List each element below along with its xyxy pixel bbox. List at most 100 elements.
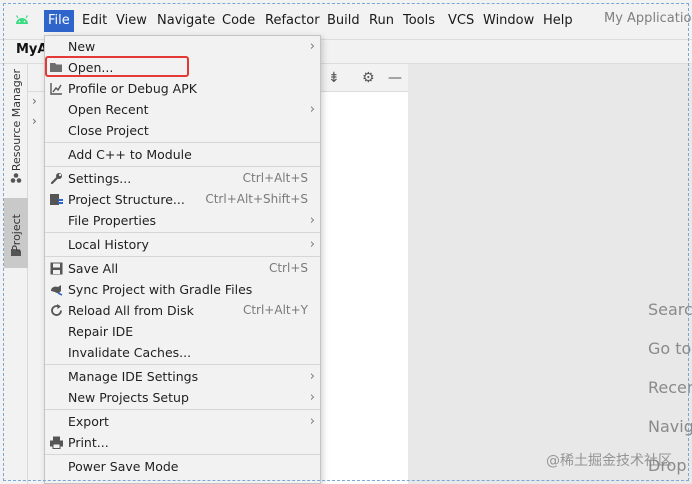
menu-item-label: Print... [68, 435, 109, 450]
menu-item-label: Settings... [68, 171, 132, 186]
menu-item-print[interactable]: Print... [45, 432, 320, 453]
menu-item-repair-ide[interactable]: Repair IDE [45, 321, 320, 342]
menu-refactor[interactable]: Refactor [265, 11, 320, 31]
menu-separator [45, 364, 320, 365]
menu-item-label: Local History [68, 237, 149, 252]
menu-file[interactable]: File [44, 10, 74, 32]
menu-run[interactable]: Run [369, 11, 394, 31]
submenu-arrow-icon: › [309, 237, 315, 252]
menu-item-reload-from-disk[interactable]: Reload All from Disk Ctrl+Alt+Y [45, 300, 320, 321]
android-logo-icon [15, 15, 29, 24]
menu-item-label: Open Recent [68, 102, 149, 117]
menu-item-file-properties[interactable]: File Properties › [45, 210, 320, 231]
submenu-arrow-icon: › [309, 213, 315, 228]
tab-resource-manager[interactable]: Resource Manager [4, 68, 28, 172]
menu-code[interactable]: Code [222, 11, 255, 31]
menu-separator [45, 142, 320, 143]
project-structure-icon [50, 194, 63, 205]
submenu-arrow-icon: › [309, 39, 315, 54]
menu-item-label: Power Save Mode [68, 459, 179, 474]
menu-item-label: File Properties [68, 213, 157, 228]
menu-item-label: Invalidate Caches... [68, 345, 192, 360]
gradle-sync-icon [51, 285, 63, 296]
save-icon [50, 262, 63, 275]
menu-item-add-cpp-module[interactable]: Add C++ to Module [45, 144, 320, 165]
menu-build[interactable]: Build [327, 11, 360, 31]
menu-item-open-recent[interactable]: Open Recent › [45, 99, 320, 120]
menu-item-label: Repair IDE [68, 324, 134, 339]
menu-edit[interactable]: Edit [82, 11, 107, 31]
menu-view[interactable]: View [116, 11, 147, 31]
menu-item-label: Manage IDE Settings [68, 369, 199, 384]
menu-bar: File Edit View Navigate Code Refactor Bu… [0, 0, 692, 40]
editor-hint-search: Search [648, 300, 692, 319]
tree-expand-icon[interactable]: › [32, 94, 37, 108]
menu-help[interactable]: Help [543, 11, 573, 31]
menu-item-project-structure[interactable]: Project Structure... Ctrl+Alt+Shift+S [45, 189, 320, 210]
tab-resource-manager-label: Resource Manager [9, 68, 23, 172]
resource-manager-icon[interactable] [10, 172, 22, 184]
collapse-all-icon[interactable]: ⇟ [328, 70, 340, 86]
editor-hint-navigation: Navig [648, 417, 692, 436]
submenu-arrow-icon: › [309, 369, 315, 384]
reload-icon [51, 304, 62, 316]
menu-item-open[interactable]: Open... [45, 57, 320, 78]
editor-hint-recent: Recen [648, 378, 692, 397]
submenu-arrow-icon: › [309, 390, 315, 405]
printer-icon [50, 436, 63, 449]
menu-separator [45, 409, 320, 410]
editor-hint-goto: Go to [648, 339, 692, 358]
wrench-icon [50, 173, 62, 185]
menu-item-invalidate-caches[interactable]: Invalidate Caches... [45, 342, 320, 363]
hide-panel-icon[interactable]: — [388, 70, 402, 86]
project-name[interactable]: MyA [16, 42, 47, 57]
tree-expand-icon[interactable]: › [32, 114, 37, 128]
profile-chart-icon [50, 83, 62, 95]
file-menu-dropdown: New › Open... Profile or Debug APK Open … [44, 35, 321, 484]
menu-item-local-history[interactable]: Local History › [45, 234, 320, 255]
tree-gutter: › › [28, 92, 44, 484]
menu-item-label: Save All [68, 261, 119, 276]
menu-item-label: Sync Project with Gradle Files [68, 282, 253, 297]
folder-icon [50, 63, 62, 72]
watermark: @稀土掘金技术社区 [546, 453, 672, 469]
menu-vcs[interactable]: VCS [448, 11, 474, 31]
left-tool-stripe: Resource Manager Project [4, 64, 28, 484]
menu-item-new[interactable]: New › [45, 36, 320, 57]
menu-separator [45, 256, 320, 257]
menu-item-profile-debug-apk[interactable]: Profile or Debug APK [45, 78, 320, 99]
submenu-arrow-icon: › [309, 102, 315, 117]
menu-item-label: Add C++ to Module [68, 147, 192, 162]
menu-item-save-all[interactable]: Save All Ctrl+S [45, 258, 320, 279]
menu-item-label: Reload All from Disk [68, 303, 194, 318]
menu-item-sync-gradle[interactable]: Sync Project with Gradle Files [45, 279, 320, 300]
menu-separator [45, 166, 320, 167]
window-title: My Application [604, 11, 692, 26]
menu-item-label: Project Structure... [68, 192, 185, 207]
menu-item-export[interactable]: Export › [45, 411, 320, 432]
menu-item-manage-ide-settings[interactable]: Manage IDE Settings › [45, 366, 320, 387]
menu-item-close-project[interactable]: Close Project [45, 120, 320, 141]
menu-separator [45, 232, 320, 233]
menu-item-label: Export [68, 414, 109, 429]
menu-item-settings[interactable]: Settings... Ctrl+Alt+S [45, 168, 320, 189]
menu-tools[interactable]: Tools [403, 11, 435, 31]
project-folder-icon[interactable] [10, 246, 22, 258]
menu-item-shortcut: Ctrl+Alt+Shift+S [205, 192, 308, 206]
submenu-arrow-icon: › [309, 414, 315, 429]
menu-item-label: New [68, 39, 96, 54]
menu-item-label: Profile or Debug APK [68, 81, 197, 96]
menu-item-shortcut: Ctrl+S [268, 261, 308, 275]
editor-empty-area[interactable]: Search Go to Recen Navig Drop [408, 64, 692, 484]
menu-item-new-projects-setup[interactable]: New Projects Setup › [45, 387, 320, 408]
menu-window[interactable]: Window [483, 11, 534, 31]
menu-item-label: Close Project [68, 123, 149, 138]
menu-item-label: New Projects Setup [68, 390, 189, 405]
menu-item-power-save-mode[interactable]: Power Save Mode [45, 456, 320, 477]
gear-icon[interactable]: ⚙ [362, 70, 375, 86]
menu-item-shortcut: Ctrl+Alt+Y [242, 303, 308, 317]
menu-separator [45, 454, 320, 455]
menu-item-label: Open... [68, 60, 114, 75]
menu-navigate[interactable]: Navigate [157, 11, 215, 31]
menu-item-shortcut: Ctrl+Alt+S [242, 171, 308, 185]
